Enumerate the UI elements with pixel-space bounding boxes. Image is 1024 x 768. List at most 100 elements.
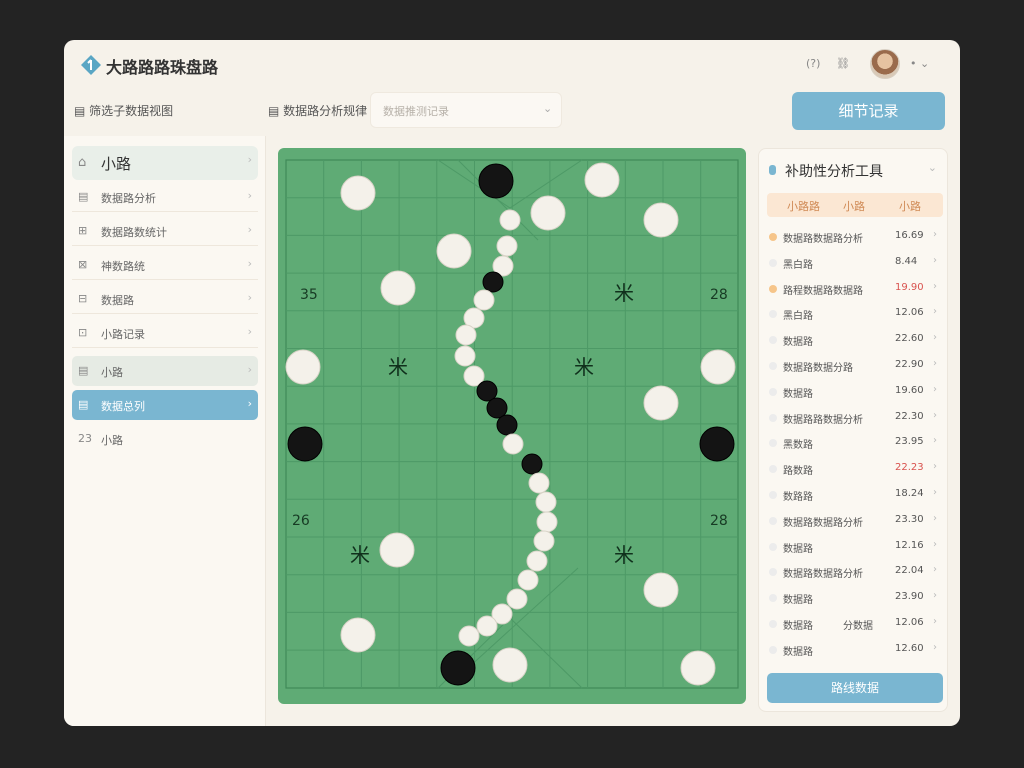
chevron-right-icon: › xyxy=(933,461,937,473)
sidebar-item-1[interactable]: ▤ 数据路分析 › xyxy=(72,182,258,212)
user-menu-chevron-icon[interactable]: • ⌄ xyxy=(910,57,929,70)
list-item[interactable]: 数据路 12.16 › xyxy=(767,537,943,557)
white-stone xyxy=(285,349,321,385)
board-label-top-left: 35 xyxy=(300,287,318,303)
row-value: 16.69 xyxy=(895,230,924,241)
status-dot-icon xyxy=(769,594,777,603)
row-value: 23.30 xyxy=(895,513,924,525)
list-item[interactable]: 数据路 12.60 › xyxy=(767,640,943,660)
row-value: 22.30 xyxy=(895,410,924,422)
row-name: 数据路 xyxy=(783,388,813,400)
list-item[interactable]: 路程数据路数据路 19.90 › xyxy=(767,279,943,299)
row-value: 12.06 xyxy=(895,617,924,628)
column-header: 小路路 xyxy=(787,200,820,213)
app-window: 大路路路珠盘路 (?) ⛓ • ⌄ ▤ 筛选子数据视图 ▤ 数据路分析规律 数据… xyxy=(64,40,960,726)
status-dot-icon xyxy=(769,284,777,293)
list-item[interactable]: 数据路 22.60 › xyxy=(767,330,943,350)
record-select[interactable]: 数据推测记录 ⌄ xyxy=(370,92,562,128)
panel-title: 补助性分析工具 xyxy=(785,164,883,180)
filter-toolbar: ▤ 筛选子数据视图 ▤ 数据路分析规律 数据推测记录 ⌄ 细节记录 xyxy=(64,92,960,132)
list-icon: ▤ xyxy=(78,190,89,203)
row-name: 数据路数据路分析 xyxy=(783,569,863,581)
status-dot-icon xyxy=(769,439,777,448)
row-name: 数据路数据路分析 xyxy=(783,517,863,529)
star-mark-icon: 米 xyxy=(574,355,594,379)
table-icon: ⊟ xyxy=(78,292,88,305)
black-stone xyxy=(482,271,504,293)
white-stone xyxy=(643,385,679,421)
road-data-button[interactable]: 路线数据 xyxy=(767,673,943,703)
row-value: 22.04 xyxy=(895,565,924,577)
chevron-right-icon: › xyxy=(247,363,252,376)
chevron-right-icon: › xyxy=(933,254,937,266)
board-svg[interactable]: 35 28 26 28 米 米 米 米 米 xyxy=(278,148,746,704)
app-logo-icon xyxy=(81,55,101,75)
status-dot-icon xyxy=(769,336,777,345)
list-item[interactable]: 数据路数据路分析 22.04 › xyxy=(767,562,943,582)
row-name: 黑白路 xyxy=(783,259,813,271)
sidebar-item-label: 数据路 xyxy=(101,294,134,307)
white-stone xyxy=(584,162,620,198)
row-name: 数据路数据分路 xyxy=(783,363,853,374)
list-item[interactable]: 数据路 23.90 › xyxy=(767,588,943,608)
status-dot-icon xyxy=(769,413,777,422)
detail-record-button[interactable]: 细节记录 xyxy=(792,92,945,130)
list-item[interactable]: 黑白路 12.06 › xyxy=(767,304,943,324)
chevron-right-icon: › xyxy=(933,487,937,498)
white-stone xyxy=(454,345,476,367)
sidebar-item-2[interactable]: ⊞ 数据路数统计 › xyxy=(72,216,258,246)
board-label-bottom-right: 28 xyxy=(710,513,728,529)
white-stone xyxy=(535,491,557,513)
sidebar-item-3[interactable]: ⊠ 神数路统 › xyxy=(72,250,258,280)
chevron-right-icon: › xyxy=(933,616,937,627)
white-stone xyxy=(506,588,528,610)
list-item[interactable]: 数据路数据路分析 16.69 › xyxy=(767,227,943,247)
white-stone xyxy=(502,433,524,455)
row-value: 22.23 xyxy=(895,462,924,474)
sidebar-item-8[interactable]: 23 小路 xyxy=(72,424,258,454)
filter-analysis-label[interactable]: ▤ 数据路分析规律 xyxy=(268,102,367,119)
row-extra: 分数据 xyxy=(843,621,873,632)
row-name: 黑数路 xyxy=(783,440,813,452)
list-item[interactable]: 数路路 18.24 › xyxy=(767,485,943,505)
row-value: 23.90 xyxy=(895,591,924,603)
list-item[interactable]: 数据路 分数据 12.06 › xyxy=(767,614,943,634)
list-item[interactable]: 数据路 19.60 › xyxy=(767,382,943,402)
sidebar-item-active[interactable]: ▤ 数据总列 › xyxy=(72,390,258,420)
box-icon: ⊠ xyxy=(78,258,88,271)
share-icon[interactable]: ⛓ xyxy=(836,57,850,70)
black-stone xyxy=(440,650,476,686)
chevron-down-icon[interactable]: ⌄ xyxy=(928,161,937,174)
filter-view-label[interactable]: ▤ 筛选子数据视图 xyxy=(74,102,173,119)
chevron-right-icon: › xyxy=(247,291,252,304)
help-icon[interactable]: (?) xyxy=(806,57,820,70)
status-dot-icon xyxy=(769,491,777,499)
list-item[interactable]: 路数路 22.23 › xyxy=(767,459,943,479)
list-item[interactable]: 黑数路 23.95 › xyxy=(767,433,943,453)
list-item[interactable]: 数据路数据分路 22.90 › xyxy=(767,356,943,376)
list-item[interactable]: 数据路数据路分析 23.30 › xyxy=(767,511,943,531)
white-stone xyxy=(530,195,566,231)
sidebar-item-5[interactable]: ⊡ 小路记录 › xyxy=(72,318,258,348)
list-item[interactable]: 黑白路 8.44 › xyxy=(767,253,943,273)
chevron-right-icon: › xyxy=(933,306,937,318)
road-board[interactable]: 35 28 26 28 米 米 米 米 米 xyxy=(278,148,746,704)
top-bar: 大路路路珠盘路 (?) ⛓ • ⌄ xyxy=(64,40,960,90)
star-mark-icon: 米 xyxy=(614,281,634,305)
row-value: 18.24 xyxy=(895,488,924,499)
sidebar-header[interactable]: ⌂ 小路 › xyxy=(72,146,258,180)
record-icon: ⊡ xyxy=(78,326,88,339)
sidebar-item-6[interactable]: ▤ 小路 › xyxy=(72,356,258,386)
white-stone xyxy=(476,615,498,637)
status-dot-icon xyxy=(769,258,777,267)
chevron-right-icon: › xyxy=(247,325,252,338)
sidebar-item-4[interactable]: ⊟ 数据路 › xyxy=(72,284,258,314)
list-item[interactable]: 数据路路数据分析 22.30 › xyxy=(767,408,943,428)
chevron-right-icon: › xyxy=(247,257,252,270)
status-dot-icon xyxy=(769,516,777,525)
chevron-right-icon: › xyxy=(933,332,937,344)
avatar[interactable] xyxy=(870,49,900,79)
row-value: 22.60 xyxy=(895,333,924,345)
row-value: 23.95 xyxy=(895,436,924,448)
white-stone xyxy=(499,209,521,231)
